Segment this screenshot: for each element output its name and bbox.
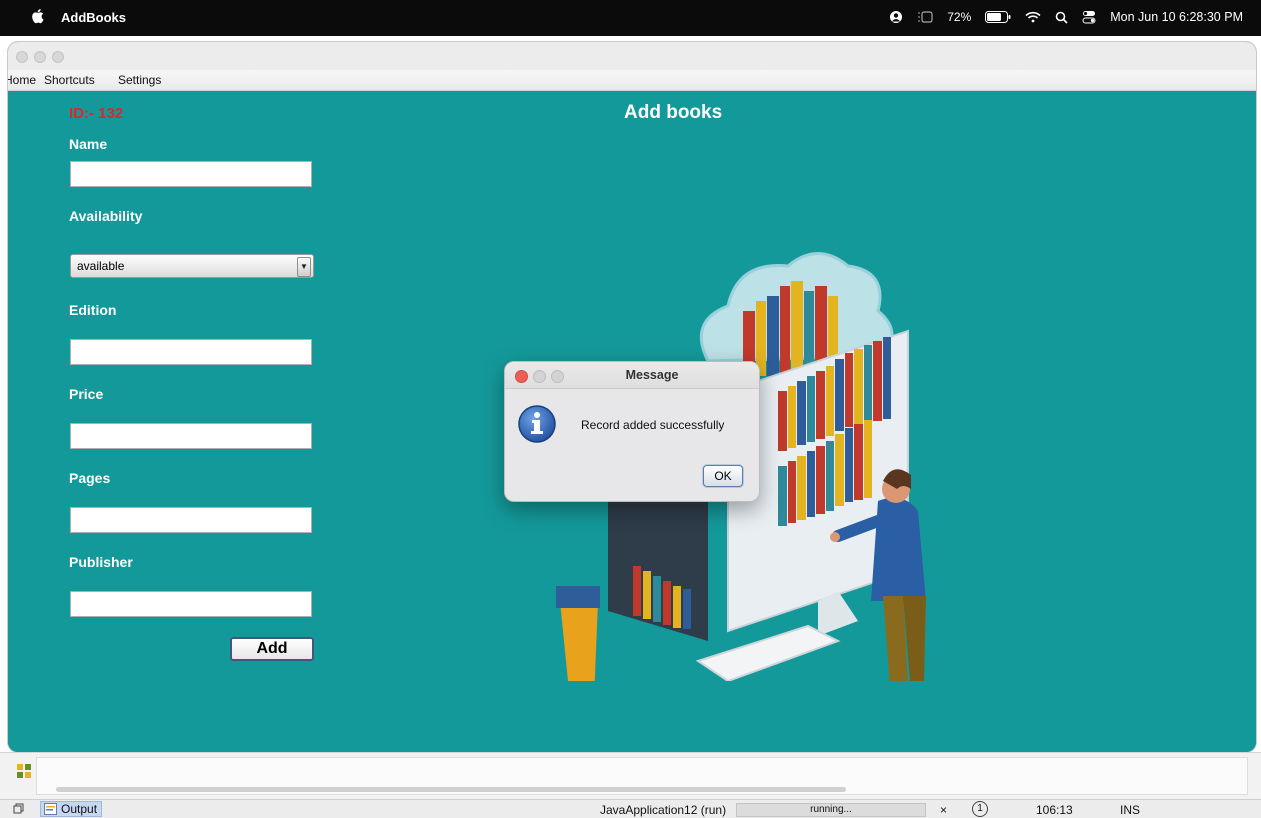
battery-icon[interactable] — [985, 11, 1011, 23]
message-dialog: Message Record added successfully OK — [504, 361, 760, 502]
availability-label: Availability — [69, 208, 143, 224]
info-icon — [518, 405, 556, 443]
battery-percent: 72% — [947, 10, 972, 24]
progress-text: running... — [810, 804, 852, 815]
restore-window-icon[interactable] — [13, 803, 24, 814]
apple-icon[interactable] — [30, 8, 44, 24]
page-title: Add books — [624, 102, 723, 123]
insert-mode: INS — [1120, 803, 1141, 817]
horizontal-scrollbar[interactable] — [56, 787, 846, 792]
dialog-titlebar[interactable]: Message — [505, 362, 759, 389]
user-icon[interactable] — [889, 10, 903, 24]
menu-shortcuts[interactable]: Shortcuts — [44, 73, 95, 87]
pages-label: Pages — [69, 470, 111, 486]
screen-mirror-icon[interactable] — [917, 11, 933, 23]
system-menu-bar: AddBooks 72% Mon Jun 10 6:28:30 PM — [0, 0, 1261, 36]
pages-field[interactable] — [70, 507, 312, 533]
menu-settings[interactable]: Settings — [118, 73, 161, 87]
cancel-run-icon[interactable]: × — [940, 803, 947, 817]
control-center-icon[interactable] — [1082, 10, 1096, 24]
ok-button[interactable]: OK — [703, 465, 743, 487]
availability-select[interactable]: available ▼ — [70, 254, 314, 278]
output-tab[interactable]: Output — [40, 801, 103, 817]
output-icon — [44, 803, 57, 815]
edition-field[interactable] — [70, 339, 312, 365]
close-window-button[interactable] — [16, 51, 28, 63]
run-config-icon[interactable] — [16, 763, 32, 779]
name-label: Name — [69, 136, 108, 152]
status-icons: 72% Mon Jun 10 6:28:30 PM — [889, 10, 1243, 24]
book-id-label: ID:- 132 — [69, 105, 124, 122]
menu-home[interactable]: Home — [8, 73, 36, 87]
app-name[interactable]: AddBooks — [61, 10, 126, 25]
minimize-window-button[interactable] — [34, 51, 46, 63]
run-label[interactable]: JavaApplication12 (run) — [600, 803, 726, 817]
output-tab-label: Output — [61, 802, 98, 816]
price-label: Price — [69, 386, 104, 402]
clock[interactable]: Mon Jun 10 6:28:30 PM — [1110, 10, 1243, 24]
edition-label: Edition — [69, 302, 117, 318]
publisher-label: Publisher — [69, 554, 133, 570]
notifications-badge[interactable]: 1 — [972, 801, 988, 817]
chevron-down-icon[interactable]: ▼ — [297, 257, 311, 277]
dialog-message: Record added successfully — [581, 418, 725, 432]
name-field[interactable] — [70, 161, 312, 187]
wifi-icon[interactable] — [1025, 11, 1041, 23]
window-titlebar[interactable] — [8, 42, 1256, 70]
search-icon[interactable] — [1055, 11, 1068, 24]
app-menu-bar: Home Shortcuts Settings — [8, 70, 1256, 91]
zoom-window-button[interactable] — [52, 51, 64, 63]
dialog-title: Message — [625, 368, 679, 382]
publisher-field[interactable] — [70, 591, 312, 617]
run-progress-bar: running... — [736, 803, 926, 817]
add-button[interactable]: Add — [230, 637, 314, 661]
price-field[interactable] — [70, 423, 312, 449]
caret-position: 106:13 — [1036, 803, 1073, 817]
ide-status-bar: Output JavaApplication12 (run) running..… — [0, 799, 1261, 818]
availability-value: available — [77, 259, 125, 273]
